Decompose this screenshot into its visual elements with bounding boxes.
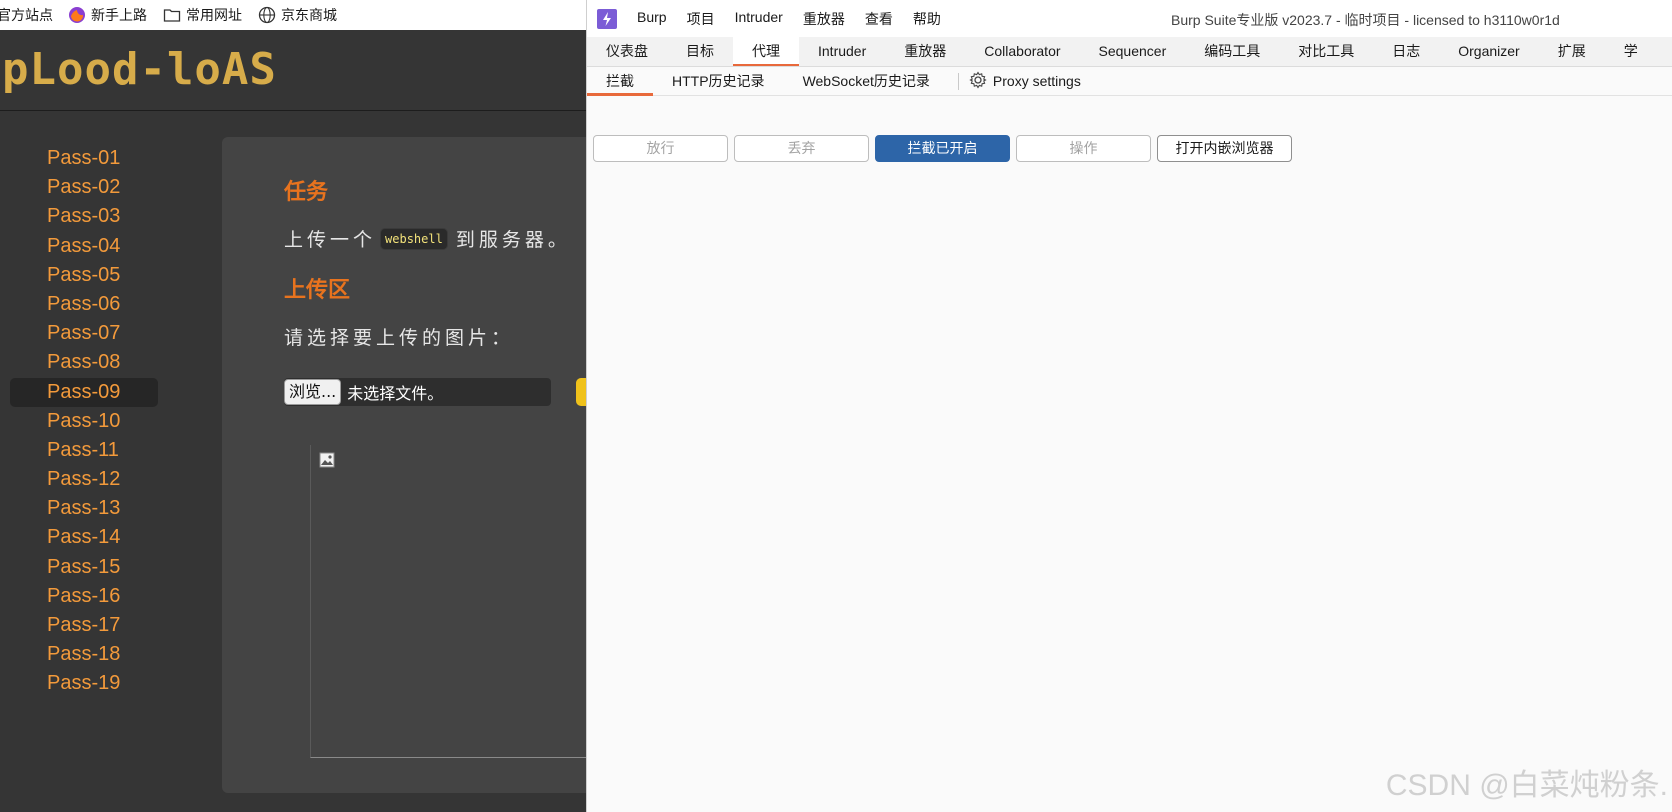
task-text-after: 到服务器。 <box>455 229 571 251</box>
menu-bar: Burp 项目 Intruder 重放器 查看 帮助 <box>637 9 961 29</box>
site-logo[interactable]: pLood-loAS <box>2 44 277 95</box>
pass-item[interactable]: Pass-15 <box>10 553 158 582</box>
open-browser-button[interactable]: 打开内嵌浏览器 <box>1157 135 1292 162</box>
menu-burp[interactable]: Burp <box>637 9 667 29</box>
proxy-sub-tabs: 拦截 HTTP历史记录 WebSocket历史记录 Proxy settings <box>587 67 1672 96</box>
bookmark-label: 京东商城 <box>281 8 337 24</box>
tab-sequencer[interactable]: Sequencer <box>1080 37 1186 66</box>
title-bar: Burp 项目 Intruder 重放器 查看 帮助 Burp Suite专业版… <box>587 0 1672 37</box>
menu-view[interactable]: 查看 <box>865 9 893 29</box>
intercept-toolbar: 放行 丢弃 拦截已开启 操作 打开内嵌浏览器 <box>593 135 1292 162</box>
tab-proxy[interactable]: 代理 <box>733 37 799 66</box>
image-preview <box>310 445 586 758</box>
pass-item[interactable]: Pass-18 <box>10 640 158 669</box>
gear-icon <box>969 70 987 92</box>
code-badge: webshell <box>380 227 448 250</box>
tab-websocket-history[interactable]: WebSocket历史记录 <box>784 67 949 95</box>
pass-item[interactable]: Pass-16 <box>10 582 158 611</box>
globe-icon <box>258 6 276 24</box>
pass-item[interactable]: Pass-03 <box>10 202 158 231</box>
forward-button[interactable]: 放行 <box>593 135 728 162</box>
bookmark-jd-mall[interactable]: 京东商城 <box>258 5 337 25</box>
tab-logger[interactable]: 日志 <box>1373 37 1439 66</box>
menu-project[interactable]: 项目 <box>687 9 715 29</box>
upload-prompt: 请选择要上传的图片： <box>284 327 515 349</box>
menu-repeater[interactable]: 重放器 <box>803 9 845 29</box>
folder-icon <box>163 6 181 24</box>
task-heading: 任务 <box>284 180 329 205</box>
tab-learn[interactable]: 学 <box>1605 37 1657 66</box>
upload-heading: 上传区 <box>284 278 351 303</box>
bookmark-official-site[interactable]: 官方站点 <box>0 5 53 25</box>
upload-button[interactable] <box>576 378 586 406</box>
bookmark-label: 常用网址 <box>186 8 242 24</box>
task-text-before: 上传一个 <box>284 229 377 251</box>
browser-window: 官方站点 新手上路 常用网址 京东商城 pLood-loAS Pass-01 P… <box>0 0 586 812</box>
watermark: CSDN @白菜炖粉条. <box>1385 769 1668 802</box>
pass-item[interactable]: Pass-05 <box>10 261 158 290</box>
intercept-toggle-button[interactable]: 拦截已开启 <box>875 135 1010 162</box>
pass-item[interactable]: Pass-04 <box>10 232 158 261</box>
file-input[interactable]: 浏览... 未选择文件。 <box>284 378 551 406</box>
file-status: 未选择文件。 <box>347 384 444 403</box>
tab-http-history[interactable]: HTTP历史记录 <box>653 67 784 95</box>
content-panel: 任务 上传一个 webshell 到服务器。 上传区 请选择要上传的图片： 浏览… <box>222 137 586 793</box>
window-title: Burp Suite专业版 v2023.7 - 临时项目 - licensed … <box>1171 12 1560 28</box>
pass-item[interactable]: Pass-14 <box>10 523 158 552</box>
pass-item[interactable]: Pass-19 <box>10 669 158 698</box>
tab-extensions[interactable]: 扩展 <box>1539 37 1605 66</box>
proxy-settings-button[interactable]: Proxy settings <box>969 70 1081 92</box>
pass-item[interactable]: Pass-11 <box>10 436 158 465</box>
tab-intruder[interactable]: Intruder <box>799 37 885 66</box>
bookmark-common-urls[interactable]: 常用网址 <box>163 5 242 25</box>
tab-dashboard[interactable]: 仪表盘 <box>587 37 667 66</box>
pass-nav: Pass-01 Pass-02 Pass-03 Pass-04 Pass-05 … <box>10 144 158 699</box>
firefox-icon <box>68 6 86 24</box>
tab-organizer[interactable]: Organizer <box>1439 37 1538 66</box>
main-tabs: 仪表盘 目标 代理 Intruder 重放器 Collaborator Sequ… <box>587 37 1672 67</box>
broken-image-icon <box>319 452 335 468</box>
site-header: pLood-loAS <box>0 30 586 111</box>
proxy-settings-label: Proxy settings <box>992 73 1081 89</box>
tab-collaborator[interactable]: Collaborator <box>965 37 1079 66</box>
tab-target[interactable]: 目标 <box>667 37 733 66</box>
menu-intruder[interactable]: Intruder <box>735 9 783 29</box>
burp-logo-icon <box>597 9 617 29</box>
tab-intercept[interactable]: 拦截 <box>587 67 653 96</box>
pass-item[interactable]: Pass-06 <box>10 290 158 319</box>
drop-button[interactable]: 丢弃 <box>734 135 869 162</box>
pass-item[interactable]: Pass-13 <box>10 494 158 523</box>
pass-item[interactable]: Pass-02 <box>10 173 158 202</box>
pass-item-active[interactable]: Pass-09 <box>10 377 158 407</box>
pass-item[interactable]: Pass-07 <box>10 319 158 348</box>
pass-item[interactable]: Pass-17 <box>10 611 158 640</box>
pass-item[interactable]: Pass-12 <box>10 465 158 494</box>
bookmarks-bar: 官方站点 新手上路 常用网址 京东商城 <box>0 0 586 30</box>
burp-window: Burp 项目 Intruder 重放器 查看 帮助 Burp Suite专业版… <box>586 0 1672 812</box>
tab-separator <box>957 72 959 90</box>
tab-repeater[interactable]: 重放器 <box>885 37 965 66</box>
action-button[interactable]: 操作 <box>1016 135 1151 162</box>
bookmark-getting-started[interactable]: 新手上路 <box>68 5 147 25</box>
bookmark-label: 官方站点 <box>0 8 53 24</box>
pass-item[interactable]: Pass-10 <box>10 407 158 436</box>
browse-button[interactable]: 浏览... <box>284 379 342 405</box>
menu-help[interactable]: 帮助 <box>913 9 941 29</box>
bookmark-label: 新手上路 <box>91 8 147 24</box>
pass-item[interactable]: Pass-01 <box>10 144 158 173</box>
task-description: 上传一个 webshell 到服务器。 <box>284 225 571 252</box>
tab-decoder[interactable]: 编码工具 <box>1185 37 1279 66</box>
pass-item[interactable]: Pass-08 <box>10 348 158 377</box>
tab-comparer[interactable]: 对比工具 <box>1279 37 1373 66</box>
